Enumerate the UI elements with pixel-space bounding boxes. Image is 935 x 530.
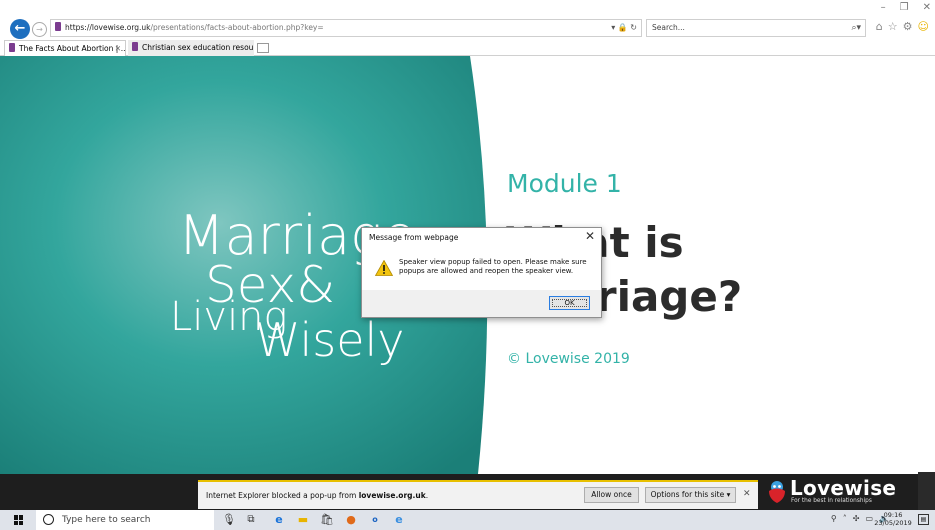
- chrome-icon[interactable]: ●: [344, 513, 358, 527]
- options-for-site-button[interactable]: Options for this site ▾: [645, 487, 736, 503]
- favorites-star-icon[interactable]: ☆: [888, 20, 898, 33]
- dialog-body: Speaker view popup failed to open. Pleas…: [362, 246, 601, 290]
- url-path: /presentations/facts-about-abortion.php?…: [150, 23, 324, 32]
- notification-prefix: Internet Explorer blocked a pop-up from: [206, 491, 359, 500]
- tray-app-icon[interactable]: ✣: [853, 514, 860, 523]
- lovewise-brand: Lovewise For the best in relationships: [768, 476, 908, 508]
- task-view-icon[interactable]: ⧉: [244, 513, 258, 527]
- feedback-smiley-icon[interactable]: ☺: [918, 20, 929, 33]
- taskbar-search-input[interactable]: Type here to search: [36, 510, 214, 530]
- outlook-icon[interactable]: o: [368, 513, 382, 527]
- restore-icon[interactable]: ❐: [900, 2, 909, 16]
- edge-browser-icon[interactable]: e: [272, 513, 286, 527]
- windows-start-icon[interactable]: [14, 515, 24, 525]
- tray-overflow-chevron-icon[interactable]: ˄: [843, 514, 847, 523]
- allow-once-button[interactable]: Allow once: [584, 487, 639, 503]
- tab-close-icon[interactable]: ✕: [115, 41, 121, 56]
- ie-window: – ❐ ✕ ← → https://lovewise.org.uk/presen…: [0, 0, 935, 530]
- dialog-footer: OK: [362, 290, 601, 317]
- module-label: Module 1: [507, 169, 622, 198]
- action-center-icon[interactable]: ▤: [918, 514, 929, 525]
- close-window-icon[interactable]: ✕: [923, 2, 931, 16]
- address-input[interactable]: https://lovewise.org.uk/presentations/fa…: [50, 19, 642, 37]
- search-icon[interactable]: ⌕▾: [851, 20, 861, 36]
- forward-arrow-icon[interactable]: →: [32, 22, 47, 37]
- brand-name: Lovewise: [790, 476, 897, 500]
- notification-suffix: .: [425, 491, 429, 500]
- tab-strip: The Facts About Abortion | ... ✕ Christi…: [0, 40, 935, 56]
- microphone-icon[interactable]: 🎙: [222, 513, 236, 527]
- address-actions[interactable]: ▾ 🔒 ↻: [611, 20, 637, 36]
- home-icon[interactable]: ⌂: [876, 20, 883, 33]
- clock-date: 23/05/2019: [874, 519, 912, 527]
- brand-tagline: For the best in relationships: [791, 498, 872, 504]
- cortana-circle-icon: [43, 514, 54, 525]
- tab-facts-about-abortion[interactable]: The Facts About Abortion | ... ✕: [4, 40, 126, 56]
- settings-gear-icon[interactable]: ⚙: [903, 20, 913, 33]
- search-placeholder: Search...: [652, 23, 685, 32]
- dialog-close-icon[interactable]: ✕: [585, 229, 595, 243]
- edge-panel: [918, 472, 935, 510]
- notification-domain: lovewise.org.uk: [358, 491, 426, 500]
- message-dialog: Message from webpage ✕ Speaker view popu…: [361, 227, 602, 318]
- notification-text: Internet Explorer blocked a pop-up from …: [206, 491, 428, 500]
- tab-label: Christian sex education resour...: [142, 43, 254, 52]
- tab-christian-sex-education[interactable]: Christian sex education resour...: [128, 40, 254, 56]
- file-explorer-icon[interactable]: ▬: [296, 513, 310, 527]
- browser-search-input[interactable]: Search... ⌕▾: [646, 19, 866, 37]
- windows-taskbar: Type here to search 🎙 ⧉ e ▬ 🛍 ● o e ⚲ ˄ …: [0, 510, 935, 530]
- dialog-title: Message from webpage: [369, 233, 459, 242]
- new-tab-icon[interactable]: [257, 43, 269, 53]
- system-clock[interactable]: 09:16 23/05/2019: [874, 511, 912, 527]
- notification-close-icon[interactable]: ✕: [743, 489, 751, 499]
- logo-word-wisely: Wisely: [255, 313, 405, 367]
- minimize-icon[interactable]: –: [881, 2, 886, 16]
- ok-button[interactable]: OK: [549, 296, 590, 310]
- back-arrow-icon[interactable]: ←: [10, 19, 30, 39]
- people-icon[interactable]: ⚲: [831, 514, 837, 523]
- dialog-message: Speaker view popup failed to open. Pleas…: [399, 258, 587, 275]
- network-icon[interactable]: ▭: [865, 514, 873, 523]
- clock-time: 09:16: [883, 511, 903, 519]
- tab-favicon-icon: [132, 42, 138, 51]
- url-host: https://lovewise.org.uk: [65, 23, 151, 32]
- address-bar-row: ← → https://lovewise.org.uk/presentation…: [0, 18, 935, 40]
- window-controls: – ❐ ✕: [881, 2, 931, 16]
- warning-icon: [375, 260, 393, 276]
- store-icon[interactable]: 🛍: [320, 513, 334, 527]
- lovewise-owl-logo-icon: [769, 481, 785, 503]
- toolbar-icons: ⌂ ☆ ⚙ ☺: [876, 20, 929, 33]
- internet-explorer-icon[interactable]: e: [392, 513, 406, 527]
- copyright-text: © Lovewise 2019: [507, 351, 630, 367]
- tab-label: The Facts About Abortion | ...: [19, 44, 126, 53]
- taskbar-search-placeholder: Type here to search: [62, 515, 151, 525]
- tab-favicon-icon: [9, 43, 15, 52]
- popup-blocked-notification: Internet Explorer blocked a pop-up from …: [198, 480, 758, 509]
- site-favicon-icon: [55, 22, 61, 31]
